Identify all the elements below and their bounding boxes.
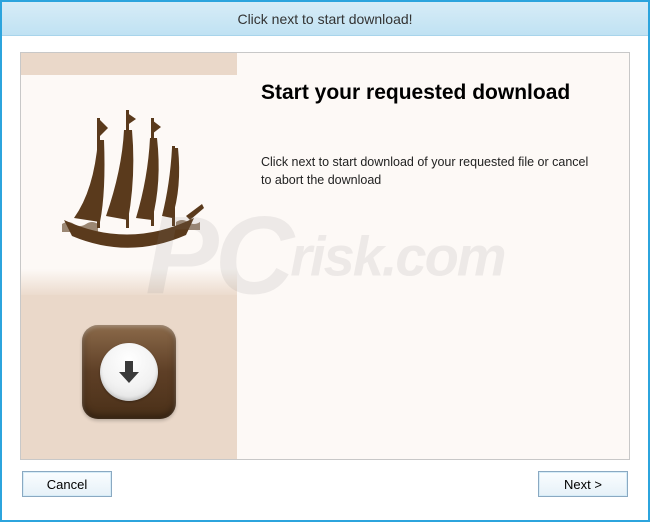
page-heading: Start your requested download (261, 81, 601, 105)
button-bar: Cancel Next > (20, 460, 630, 508)
client-area: Start your requested download Click next… (2, 36, 648, 520)
download-circle (100, 343, 158, 401)
main-content: Start your requested download Click next… (237, 53, 629, 459)
pirate-ship-icon (44, 100, 214, 270)
download-arrow-icon (114, 357, 144, 387)
installer-window: Click next to start download! (0, 0, 650, 522)
window-titlebar: Click next to start download! (2, 2, 648, 36)
cancel-button[interactable]: Cancel (22, 471, 112, 497)
download-tile (82, 325, 176, 419)
next-button[interactable]: Next > (538, 471, 628, 497)
instruction-text: Click next to start download of your req… (261, 153, 601, 189)
ship-illustration-area (21, 75, 237, 295)
content-panel: Start your requested download Click next… (20, 52, 630, 460)
window-title: Click next to start download! (237, 11, 412, 27)
sidebar-graphic (21, 53, 237, 459)
